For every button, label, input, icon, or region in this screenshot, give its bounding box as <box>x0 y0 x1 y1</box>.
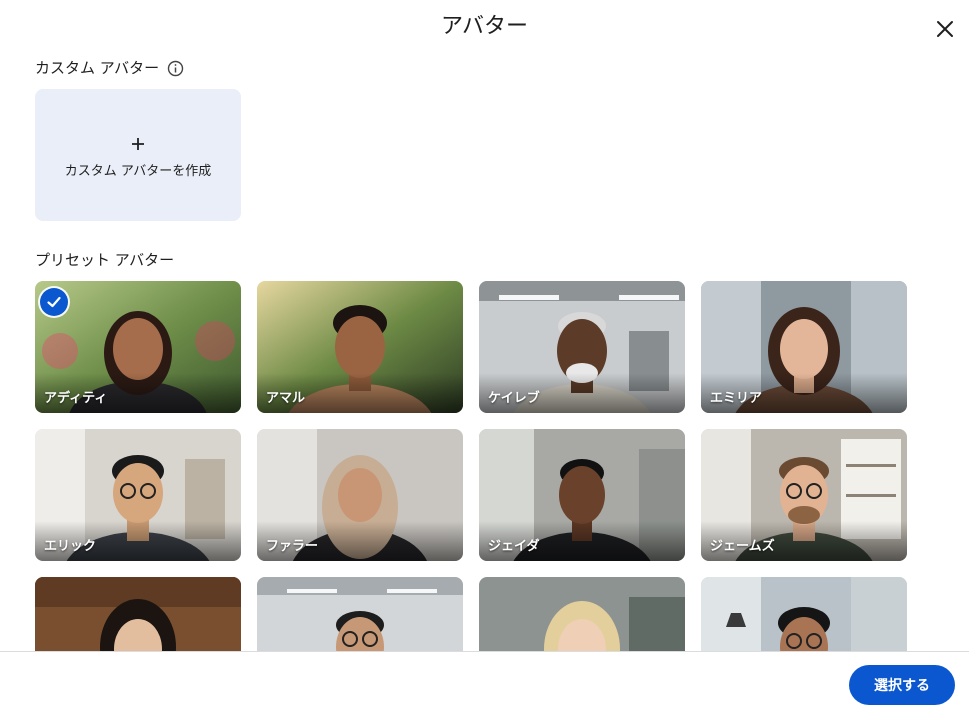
create-custom-avatar-button[interactable]: カスタム アバターを作成 <box>35 89 241 221</box>
avatar-tile[interactable]: エミリア <box>701 281 907 413</box>
avatar-tile[interactable]: アマル <box>257 281 463 413</box>
avatar-tile[interactable]: ケイレブ <box>479 281 685 413</box>
avatar-tile[interactable] <box>701 577 907 651</box>
avatar-name: アマル <box>266 391 306 406</box>
avatar-tile[interactable]: ジェームズ <box>701 429 907 561</box>
custom-avatar-label: カスタム アバター <box>35 59 160 77</box>
dialog-title: アバター <box>440 14 529 39</box>
avatar-dialog: アバター カスタム アバター カスタム アバターを作成 プリセット アバター ア… <box>0 0 969 712</box>
preset-avatar-grid: アディティ アマル ケイレブ エミリア エリック ファラー ジェイダ ジェームズ <box>35 281 907 651</box>
preset-avatar-section-label: プリセット アバター <box>35 250 174 270</box>
avatar-photo <box>35 577 241 651</box>
avatar-name: ジェームズ <box>710 539 775 554</box>
selected-check-icon <box>40 288 68 316</box>
close-button[interactable] <box>930 14 960 44</box>
plus-icon <box>131 132 145 154</box>
close-icon <box>937 21 953 37</box>
avatar-tile[interactable] <box>257 577 463 651</box>
avatar-tile[interactable]: ファラー <box>257 429 463 561</box>
custom-avatar-section-label: カスタム アバター <box>35 58 184 78</box>
select-button[interactable]: 選択する <box>849 665 955 705</box>
avatar-name: エミリア <box>710 391 763 406</box>
avatar-tile[interactable] <box>479 577 685 651</box>
avatar-name: ケイレブ <box>488 391 540 406</box>
avatar-tile[interactable] <box>35 577 241 651</box>
avatar-photo <box>257 577 463 651</box>
avatar-tile[interactable]: アディティ <box>35 281 241 413</box>
avatar-photo <box>701 577 907 651</box>
info-icon[interactable] <box>167 60 184 77</box>
preset-avatar-label: プリセット アバター <box>35 251 175 269</box>
create-custom-avatar-label: カスタム アバターを作成 <box>64 163 212 179</box>
avatar-photo <box>479 577 685 651</box>
avatar-tile[interactable]: ジェイダ <box>479 429 685 561</box>
avatar-name: アディティ <box>44 391 108 406</box>
avatar-name: エリック <box>44 539 97 554</box>
avatar-name: ファラー <box>266 539 319 554</box>
dialog-footer: 選択する <box>0 651 969 712</box>
avatar-tile[interactable]: エリック <box>35 429 241 561</box>
avatar-name: ジェイダ <box>488 539 540 554</box>
preset-avatar-scroll-area[interactable]: アディティ アマル ケイレブ エミリア エリック ファラー ジェイダ ジェームズ <box>0 281 969 651</box>
